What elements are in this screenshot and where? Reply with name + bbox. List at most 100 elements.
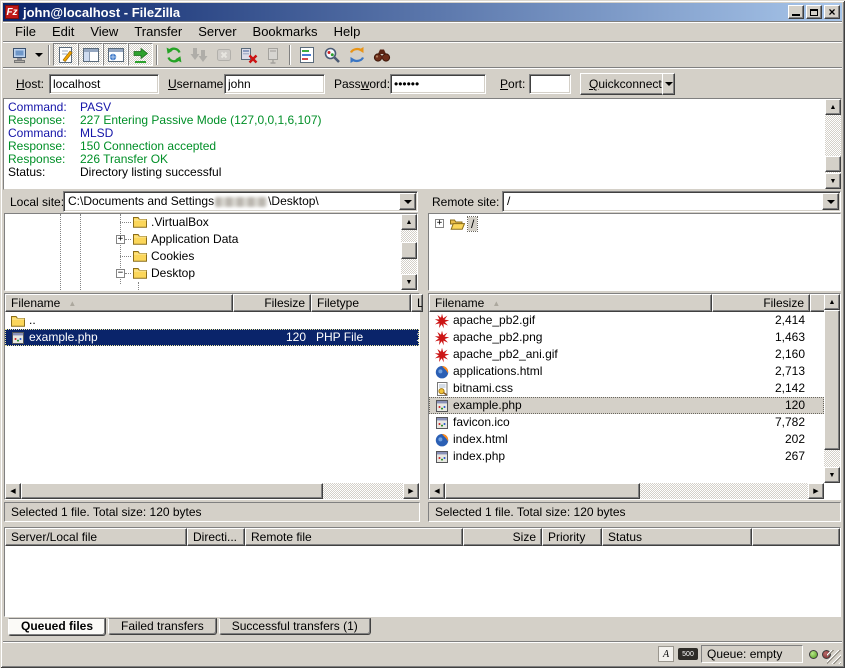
site-manager-dropdown-button[interactable]	[32, 43, 45, 66]
local-site-dropdown-button[interactable]	[399, 193, 416, 210]
scroll-right-button[interactable]: ▶	[403, 483, 419, 499]
column-header-filename[interactable]: Filename▲	[5, 294, 233, 312]
file-row-favicon-ico[interactable]: favicon.ico7,782	[429, 414, 824, 431]
filter-button[interactable]	[294, 43, 319, 66]
scroll-right-button[interactable]: ▶	[808, 483, 824, 499]
column-header-server-local-file[interactable]: Server/Local file	[5, 528, 187, 546]
log-scrollbar[interactable]: ▲ ▼	[825, 99, 841, 189]
file-row-index-html[interactable]: index.html202	[429, 431, 824, 448]
sync-browse-button[interactable]	[344, 43, 369, 66]
scroll-left-button[interactable]: ◀	[429, 483, 445, 499]
disconnect-button[interactable]	[236, 43, 261, 66]
file-cell-size	[233, 312, 311, 329]
menu-item-view[interactable]: View	[82, 22, 126, 41]
local-horizontal-scrollbar[interactable]: ◀ ▶	[5, 483, 419, 499]
speed-limit-icon[interactable]: 500	[678, 648, 698, 660]
tree-item-cookies[interactable]: Cookies	[5, 248, 417, 265]
file-cell-size: 2,713	[712, 363, 810, 380]
menu-item-file[interactable]: File	[7, 22, 44, 41]
process-queue-button[interactable]	[186, 43, 211, 66]
filezilla-window: Fz john@localhost - FileZilla × FileEdit…	[0, 0, 845, 668]
scroll-down-button[interactable]: ▼	[824, 467, 840, 483]
column-header-filesize[interactable]: Filesize	[712, 294, 810, 312]
quickconnect-dropdown-button[interactable]	[662, 73, 675, 95]
toggle-remote-tree-button[interactable]	[103, 43, 128, 66]
remote-site-dropdown-button[interactable]	[822, 193, 839, 210]
tree-item-application-data[interactable]: +Application Data	[5, 231, 417, 248]
scrollbar-thumb[interactable]	[21, 483, 323, 499]
site-manager-button[interactable]	[7, 43, 32, 66]
scrollbar-thumb[interactable]	[445, 483, 640, 499]
expand-plus-icon[interactable]: +	[435, 219, 444, 228]
maximize-button[interactable]	[806, 5, 822, 19]
menu-item-help[interactable]: Help	[326, 22, 369, 41]
file-cell-name: applications.html	[429, 363, 712, 380]
username-input[interactable]	[224, 74, 325, 94]
resize-grip[interactable]	[827, 650, 841, 664]
toggle-queue-button[interactable]	[128, 43, 153, 66]
scroll-down-button[interactable]: ▼	[825, 173, 841, 189]
column-header-size[interactable]: Size	[463, 528, 542, 546]
menu-item-transfer[interactable]: Transfer	[126, 22, 190, 41]
title-bar[interactable]: Fz john@localhost - FileZilla ×	[3, 3, 842, 21]
scroll-up-button[interactable]: ▲	[824, 294, 840, 310]
file-row-apache-pb2-png[interactable]: apache_pb2.png1,463	[429, 329, 824, 346]
compare-button[interactable]	[319, 43, 344, 66]
toggle-message-log-button[interactable]	[53, 43, 78, 66]
tree-item-root[interactable]: +/	[429, 216, 840, 233]
tab-failed-transfers[interactable]: Failed transfers	[108, 618, 217, 635]
port-input[interactable]	[529, 74, 571, 94]
file-row-example-php[interactable]: example.php120	[429, 397, 824, 414]
file-row-applications-html[interactable]: applications.html2,713	[429, 363, 824, 380]
file-row-bitnami-css[interactable]: bitnami.css2,142	[429, 380, 824, 397]
file-row-apache-pb2-ani-gif[interactable]: apache_pb2_ani.gif2,160	[429, 346, 824, 363]
window-title: john@localhost - FileZilla	[23, 5, 786, 20]
scrollbar-thumb[interactable]	[825, 156, 841, 172]
file-cell-size: 1,463	[712, 329, 810, 346]
menu-item-server[interactable]: Server	[190, 22, 244, 41]
column-header-priority[interactable]: Priority	[542, 528, 602, 546]
file-row-apache-pb2-gif[interactable]: apache_pb2.gif2,414	[429, 312, 824, 329]
minimize-button[interactable]	[788, 5, 804, 19]
cancel-button[interactable]	[211, 43, 236, 66]
file-row--[interactable]: ..	[5, 312, 419, 329]
remote-site-combo[interactable]: /	[502, 191, 841, 212]
toggle-local-tree-button[interactable]	[78, 43, 103, 66]
local-site-combo[interactable]: C:\Documents and Settings\Desktop\	[63, 191, 418, 212]
scroll-left-button[interactable]: ◀	[5, 483, 21, 499]
tab-queued-files[interactable]: Queued files	[8, 618, 106, 636]
column-header-filetype[interactable]: Filetype	[311, 294, 411, 312]
column-header-status[interactable]: Status	[602, 528, 752, 546]
quickconnect-button[interactable]: Quickconnect	[580, 73, 671, 95]
expand-plus-icon[interactable]: +	[116, 235, 125, 244]
column-header-directi-[interactable]: Directi...	[187, 528, 245, 546]
tree-item-desktop[interactable]: −Desktop	[5, 265, 417, 282]
column-header-l[interactable]: L	[411, 294, 423, 312]
scrollbar-thumb[interactable]	[824, 310, 840, 450]
remote-horizontal-scrollbar[interactable]: ◀ ▶	[429, 483, 824, 499]
host-input[interactable]	[49, 74, 159, 94]
scroll-up-button[interactable]: ▲	[825, 99, 841, 115]
column-header-filename[interactable]: Filename▲	[429, 294, 712, 312]
collapse-minus-icon[interactable]: −	[116, 269, 125, 278]
menu-item-edit[interactable]: Edit	[44, 22, 82, 41]
file-row-example-php[interactable]: example.php120PHP File1	[5, 329, 419, 346]
close-button[interactable]: ×	[824, 5, 840, 19]
file-row-index-php[interactable]: index.php267	[429, 448, 824, 465]
remote-vertical-scrollbar[interactable]: ▲ ▼	[824, 294, 840, 483]
transfer-type-icon[interactable]: A	[658, 646, 674, 662]
reconnect-button[interactable]	[261, 43, 286, 66]
tab-successful-transfers-1-[interactable]: Successful transfers (1)	[219, 618, 371, 635]
toggle-remote-tree-icon	[106, 45, 126, 65]
password-input[interactable]	[390, 74, 486, 94]
refresh-button[interactable]	[161, 43, 186, 66]
column-header-remote-file[interactable]: Remote file	[245, 528, 463, 546]
column-header-filesize[interactable]: Filesize	[233, 294, 311, 312]
file-cell-name: ..	[5, 312, 233, 329]
find-button[interactable]	[369, 43, 394, 66]
file-cell-name: index.php	[429, 448, 712, 465]
file-cell-size: 2,160	[712, 346, 810, 363]
tree-item--virtualbox[interactable]: .VirtualBox	[5, 214, 417, 231]
compare-icon	[322, 45, 342, 65]
menu-item-bookmarks[interactable]: Bookmarks	[245, 22, 326, 41]
